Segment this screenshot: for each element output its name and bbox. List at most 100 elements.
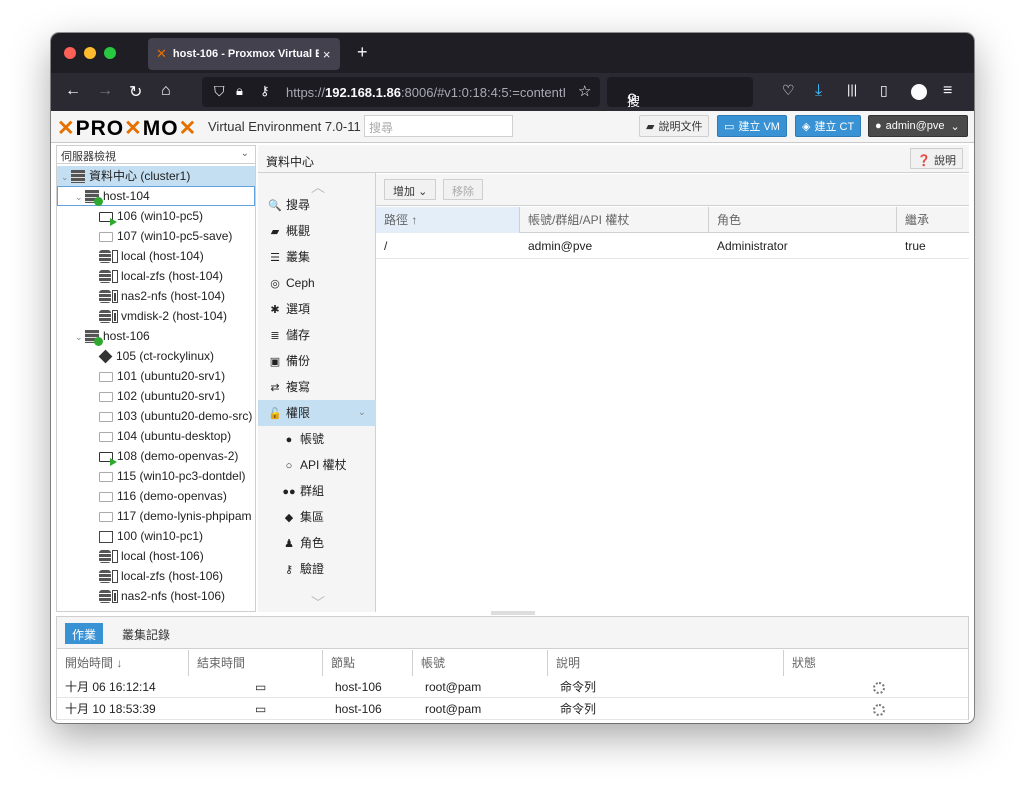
column-header-path[interactable]: 路徑 ↑ — [376, 207, 520, 233]
reload-icon[interactable]: ↻ — [129, 82, 142, 102]
menu-item[interactable]: ≣ 儲存 — [258, 322, 376, 348]
menu-item[interactable]: 🔍 搜尋 — [258, 192, 376, 218]
tree-item[interactable]: 106 (win10-pc5) — [57, 206, 255, 227]
forward-icon[interactable]: → — [97, 82, 113, 100]
tree-item[interactable]: local (host-104) — [57, 246, 255, 266]
cell-user: admin@pve — [528, 239, 593, 253]
column-header-start-time[interactable]: 開始時間 ↓ — [57, 650, 189, 676]
chevron-down-icon[interactable]: ⌄ — [61, 167, 71, 187]
chevron-down-icon[interactable]: ⌄ — [358, 400, 366, 426]
tree-item[interactable]: ⌄ host-104 — [57, 186, 255, 207]
column-header-propagate[interactable]: 繼承 — [897, 207, 969, 233]
tree-item[interactable]: local-zfs (host-106) — [57, 566, 255, 586]
menu-item[interactable]: ⇄ 複寫 — [258, 374, 376, 400]
new-tab-button[interactable]: + — [357, 42, 368, 63]
create-vm-button[interactable]: ▭ 建立 VM — [717, 115, 787, 137]
tree-item[interactable]: ⌄ 資料中心 (cluster1) — [57, 166, 255, 186]
create-ct-button[interactable]: ◈ 建立 CT — [795, 115, 862, 137]
menu-scroll-down-icon[interactable]: ﹀ — [311, 593, 325, 613]
add-button[interactable]: 增加 ⌄ — [384, 179, 437, 200]
storage-usage-icon — [112, 590, 118, 604]
downloads-icon[interactable]: ⤓ — [815, 82, 822, 100]
column-header-status[interactable]: 狀態 — [784, 650, 968, 676]
tree-item[interactable]: 103 (ubuntu20-demo-src) — [57, 406, 255, 426]
tree-item[interactable]: local (host-106) — [57, 546, 255, 566]
tree-item[interactable]: 105 (ct-rockylinux) — [57, 346, 255, 366]
tree-item[interactable]: 108 (demo-openvas-2) — [57, 446, 255, 467]
url-bar[interactable]: ⛉ 🔒︎ ⚷ https://192.168.1.86:8006/#v1:0:1… — [202, 77, 600, 107]
vm-stopped-icon — [99, 492, 113, 503]
menu-item[interactable]: ●● 群組 — [258, 478, 376, 504]
tab-cluster-log[interactable]: 叢集記錄 — [115, 623, 177, 644]
library-icon[interactable]: ||| — [847, 82, 857, 97]
storage-usage-icon — [112, 310, 118, 324]
tree-item[interactable]: nas2-nfs (host-106) — [57, 586, 255, 606]
account-avatar-icon[interactable] — [911, 84, 927, 100]
tree-item[interactable]: local-zfs (host-104) — [57, 266, 255, 286]
tree-item[interactable]: nas2-nfs (host-104) — [57, 286, 255, 306]
menu-item[interactable]: ○ API 權杖 — [258, 452, 376, 478]
menu-item-label: 驗證 — [300, 562, 325, 576]
chevron-down-icon[interactable]: ⌄ — [75, 187, 85, 207]
tab-close-icon[interactable]: × — [323, 47, 331, 62]
tree-item[interactable]: 104 (ubuntu-desktop) — [57, 426, 255, 446]
menu-item[interactable]: ◎ Ceph — [258, 270, 376, 296]
tab-tasks[interactable]: 作業 — [65, 623, 104, 644]
menu-item[interactable]: ☰ 叢集 — [258, 244, 376, 270]
resource-search-input[interactable]: 搜尋 — [364, 115, 513, 137]
column-header-role[interactable]: 角色 — [709, 207, 897, 233]
lock-warning-icon[interactable]: 🔒︎ — [236, 83, 243, 99]
help-button[interactable]: ❓ 說明 — [910, 148, 963, 169]
menu-item[interactable]: ✱ 選項 — [258, 296, 376, 322]
browser-tab[interactable]: ✕ host-106 - Proxmox Virtual Envi × — [148, 38, 340, 70]
menu-item[interactable]: ♟ 角色 — [258, 530, 376, 556]
vm-stopped-icon — [99, 372, 113, 383]
column-header-user[interactable]: 帳號/群組/API 權杖 — [520, 207, 709, 233]
menu-item[interactable]: ▣ 備份 — [258, 348, 376, 374]
back-icon[interactable]: ← — [65, 82, 81, 100]
hamburger-menu-icon[interactable]: ≡ — [943, 82, 952, 100]
bookmark-star-icon[interactable]: ☆ — [578, 82, 591, 100]
column-header-user[interactable]: 帳號 — [413, 650, 548, 676]
menu-item[interactable]: 🔓 權限 ⌄ — [258, 400, 376, 426]
column-header-end-time[interactable]: 結束時間 — [189, 650, 323, 676]
chevron-down-icon[interactable]: ⌄ — [75, 327, 85, 347]
minimize-window-button[interactable] — [84, 47, 96, 59]
menu-item-label: API 權杖 — [300, 458, 347, 472]
tree-item[interactable]: 115 (win10-pc3-dontdel) — [57, 466, 255, 486]
sidebar-toggle-icon[interactable]: ▯ — [880, 82, 888, 99]
tree-item[interactable]: 117 (demo-lynis-phpipam — [57, 506, 255, 526]
browser-search-bar[interactable]: ⚲ 搜尋 — [607, 77, 753, 128]
menu-item[interactable]: ◆ 集區 — [258, 504, 376, 530]
documentation-button[interactable]: ▰ 說明文件 — [639, 115, 710, 137]
table-row[interactable]: / admin@pve Administrator true — [376, 233, 969, 259]
column-header-description[interactable]: 說明 — [548, 650, 784, 676]
tree-item[interactable]: 107 (win10-pc5-save) — [57, 226, 255, 246]
url-text[interactable]: https://192.168.1.86:8006/#v1:0:18:4:5:=… — [286, 85, 576, 100]
task-row[interactable]: 十月 06 16:12:14 ▭ host-106 root@pam 命令列 — [57, 677, 968, 698]
maximize-window-button[interactable] — [104, 47, 116, 59]
pocket-icon[interactable]: ♡ — [782, 82, 795, 99]
remove-button[interactable]: 移除 — [443, 179, 483, 200]
menu-item[interactable]: ⚷ 驗證 — [258, 556, 376, 582]
tree-item[interactable]: 102 (ubuntu20-srv1) — [57, 386, 255, 406]
tree-item-label: 100 (win10-pc1) — [117, 529, 204, 543]
menu-item[interactable]: ▰ 概觀 — [258, 218, 376, 244]
home-icon[interactable]: ⌂ — [161, 82, 171, 100]
tree-item[interactable]: 101 (ubuntu20-srv1) — [57, 366, 255, 386]
menu-item[interactable]: ● 帳號 — [258, 426, 376, 452]
tree-item[interactable]: ⌄ host-106 — [57, 326, 255, 347]
key-icon[interactable]: ⚷ — [260, 83, 270, 99]
column-header-node[interactable]: 節點 — [323, 650, 413, 676]
user-menu-button[interactable]: ● admin@pve ⌄ — [868, 115, 968, 137]
shield-icon[interactable]: ⛉ — [214, 83, 225, 100]
view-selector[interactable]: 伺服器檢視 ⌄ — [57, 146, 255, 164]
tree-item[interactable]: 116 (demo-openvas) — [57, 486, 255, 506]
tree-item[interactable]: 100 (win10-pc1) — [57, 526, 255, 546]
close-window-button[interactable] — [64, 47, 76, 59]
panel-splitter[interactable] — [491, 611, 535, 615]
cell-description: 命令列 — [560, 702, 597, 716]
browser-window: ✕ host-106 - Proxmox Virtual Envi × + ← … — [51, 33, 974, 723]
task-row[interactable]: 十月 10 18:53:39 ▭ host-106 root@pam 命令列 — [57, 699, 968, 720]
tree-item[interactable]: vmdisk-2 (host-104) — [57, 306, 255, 326]
